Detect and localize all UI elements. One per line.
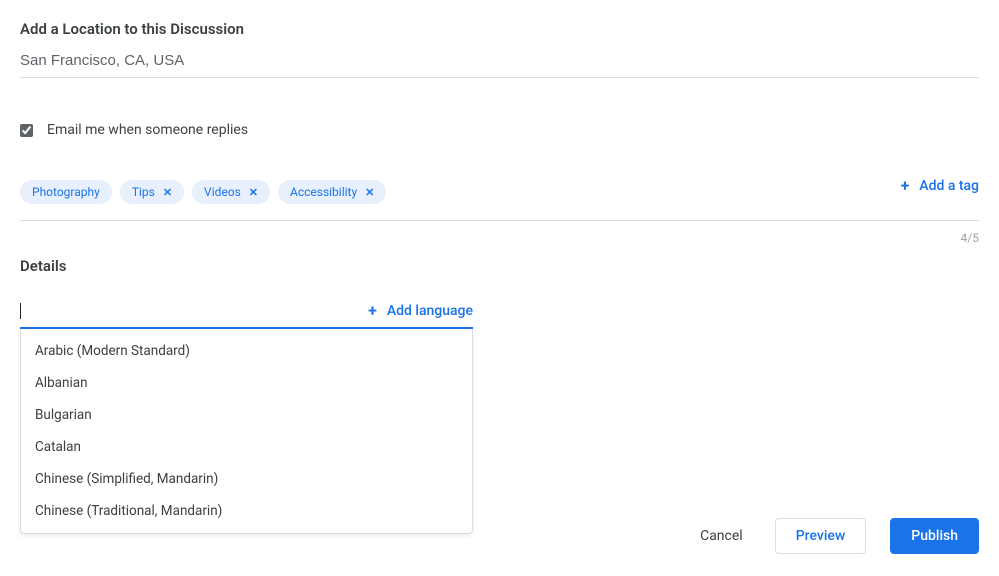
language-dropdown: Arabic (Modern Standard) Albanian Bulgar… <box>20 329 473 534</box>
tags-row: Photography Tips ✕ Videos ✕ Accessibilit… <box>20 180 979 221</box>
add-tag-button[interactable]: + Add a tag <box>901 178 979 194</box>
tag-accessibility[interactable]: Accessibility ✕ <box>278 180 386 204</box>
email-notify-label: Email me when someone replies <box>47 122 248 138</box>
location-heading: Add a Location to this Discussion <box>20 20 979 38</box>
tag-tips[interactable]: Tips ✕ <box>120 180 184 204</box>
close-icon[interactable]: ✕ <box>163 186 172 199</box>
publish-button[interactable]: Publish <box>890 518 979 554</box>
language-option[interactable]: Albanian <box>21 367 472 399</box>
tag-photography[interactable]: Photography <box>20 180 112 204</box>
add-language-button[interactable]: + Add language <box>368 303 473 319</box>
tag-label: Videos <box>204 185 241 199</box>
add-tag-label: Add a tag <box>919 178 979 194</box>
tag-label: Accessibility <box>290 185 357 199</box>
details-heading: Details <box>20 257 979 275</box>
tag-label: Tips <box>132 185 155 199</box>
tags-counter: 4/5 <box>20 231 979 245</box>
location-input[interactable] <box>20 50 979 78</box>
add-language-label: Add language <box>387 303 473 319</box>
plus-icon: + <box>368 303 377 319</box>
language-option[interactable]: Chinese (Traditional, Mandarin) <box>21 495 472 527</box>
close-icon[interactable]: ✕ <box>365 186 374 199</box>
language-option[interactable]: Catalan <box>21 431 472 463</box>
preview-button[interactable]: Preview <box>775 518 867 554</box>
language-option[interactable]: Bulgarian <box>21 399 472 431</box>
close-icon[interactable]: ✕ <box>249 186 258 199</box>
tag-label: Photography <box>32 185 100 199</box>
tag-videos[interactable]: Videos ✕ <box>192 180 270 204</box>
text-cursor <box>20 303 21 319</box>
email-notify-checkbox[interactable] <box>20 124 33 137</box>
plus-icon: + <box>901 178 910 194</box>
language-option[interactable]: Chinese (Simplified, Mandarin) <box>21 463 472 495</box>
language-option[interactable]: Arabic (Modern Standard) <box>21 335 472 367</box>
footer-actions: Cancel Preview Publish <box>692 518 979 554</box>
cancel-button[interactable]: Cancel <box>692 520 751 552</box>
language-search-input[interactable] <box>23 301 368 321</box>
